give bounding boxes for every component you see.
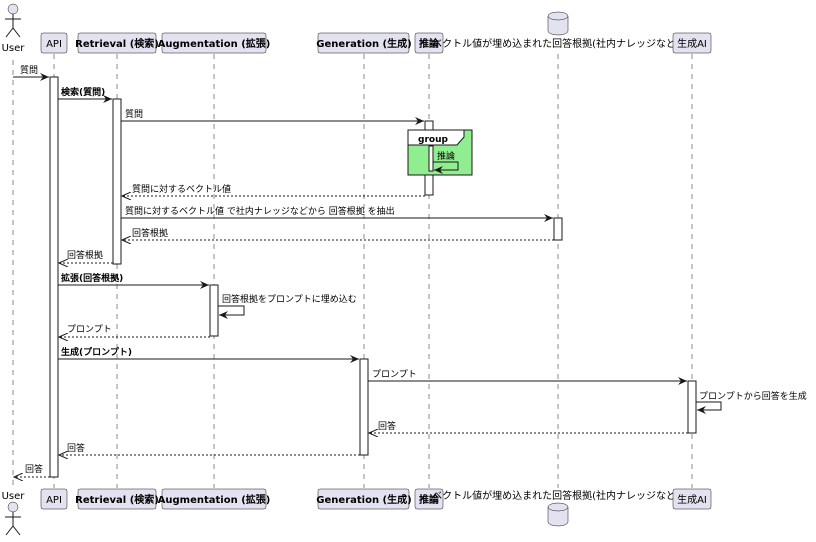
participant-label-generation: Generation (生成) [316,37,411,50]
activation-augmentation [209,284,219,337]
message-14-self: プロンプトから回答を生成 [696,390,807,414]
activation-generation [359,358,369,456]
message-label: 回答根拠 [132,227,168,239]
participant-label-genai: 生成AI [677,493,707,506]
participant-augmentation-top: Augmentation (拡張) [158,32,271,54]
message-1: 質問 [13,64,49,81]
participant-label-database: ベクトル値が埋め込まれた回答根拠(社内ナレッジなど) [432,37,680,50]
message-17: 回答 [14,463,50,477]
group-label: group [418,135,448,145]
participant-label-augmentation: Augmentation (拡張) [158,37,271,50]
activation-database [553,217,563,241]
message-6: 質問に対するベクトル値 で社内ナレッジなどから 回答根拠 を抽出 [121,205,553,222]
participant-label-generation: Generation (生成) [316,493,411,506]
message-label: 拡張(回答根拠) [61,272,123,284]
participant-api-bottom: API [40,488,68,510]
message-7: 回答根拠 [122,227,554,240]
message-2: 検索(質問) [58,86,112,103]
message-label: 回答 [378,420,396,432]
message-8: 回答根拠 [59,249,113,263]
participant-generation-bottom: Generation (生成) [316,488,412,510]
database-top: ベクトル値が埋め込まれた回答根拠(社内ナレッジなど) [432,11,680,50]
participant-label-user: User [2,43,26,54]
participant-label-api: API [46,495,62,506]
participant-generation-top: Generation (生成) [316,32,412,54]
database-bottom: ベクトル値が埋め込まれた回答根拠(社内ナレッジなど) [432,489,680,527]
actor-user-top: User [2,3,26,54]
activation-genai [687,380,697,434]
activation-retrieval [112,98,122,265]
participant-label-retrieval: Retrieval (検索) [75,493,159,506]
participant-genai-top: 生成AI [672,32,712,54]
message-5: 質問に対するベクトル値 [122,183,425,196]
message-label: 生成(プロンプト) [61,346,132,358]
sequence-diagram: User API Retrieval (検索) Augmentation (拡張… [2,3,807,536]
participant-label-genai: 生成AI [677,37,707,50]
participant-retrieval-bottom: Retrieval (検索) [75,488,159,510]
participant-label-augmentation: Augmentation (拡張) [158,493,271,506]
message-3: 質問 [121,108,424,125]
message-label: 質問に対するベクトル値 [132,183,231,195]
message-15: 回答 [369,420,688,433]
participant-genai-bottom: 生成AI [672,488,712,510]
message-11: プロンプト [59,324,210,337]
participant-label-user: User [2,491,26,502]
message-label: プロンプトから回答を生成 [699,390,807,402]
message-label: プロンプト [372,369,417,380]
participant-retrieval-top: Retrieval (検索) [75,32,159,54]
message-10-self: 回答根拠をプロンプトに埋め込む [218,293,357,319]
participant-api-top: API [40,32,68,54]
participant-label-retrieval: Retrieval (検索) [75,37,159,50]
message-label: 回答 [67,442,85,454]
message-16: 回答 [59,442,360,455]
message-label: 検索(質問) [61,86,105,98]
message-12: 生成(プロンプト) [58,346,359,363]
message-9: 拡張(回答根拠) [58,272,209,289]
participant-label-database: ベクトル値が埋め込まれた回答根拠(社内ナレッジなど) [432,489,680,502]
actor-user-bottom: User [2,491,26,536]
message-label: 回答根拠 [67,249,103,261]
participant-label-api: API [46,39,62,50]
participant-augmentation-bottom: Augmentation (拡張) [158,488,271,510]
message-13: プロンプト [368,369,687,385]
message-label: 推論 [437,150,455,162]
message-label: 質問に対するベクトル値 で社内ナレッジなどから 回答根拠 を抽出 [125,205,395,217]
activation-api [49,76,59,478]
message-label: プロンプト [67,324,112,335]
message-label: 質問 [125,108,143,120]
message-label: 回答根拠をプロンプトに埋め込む [222,293,357,305]
message-label: 質問 [20,64,38,76]
message-label: 回答 [25,463,43,475]
